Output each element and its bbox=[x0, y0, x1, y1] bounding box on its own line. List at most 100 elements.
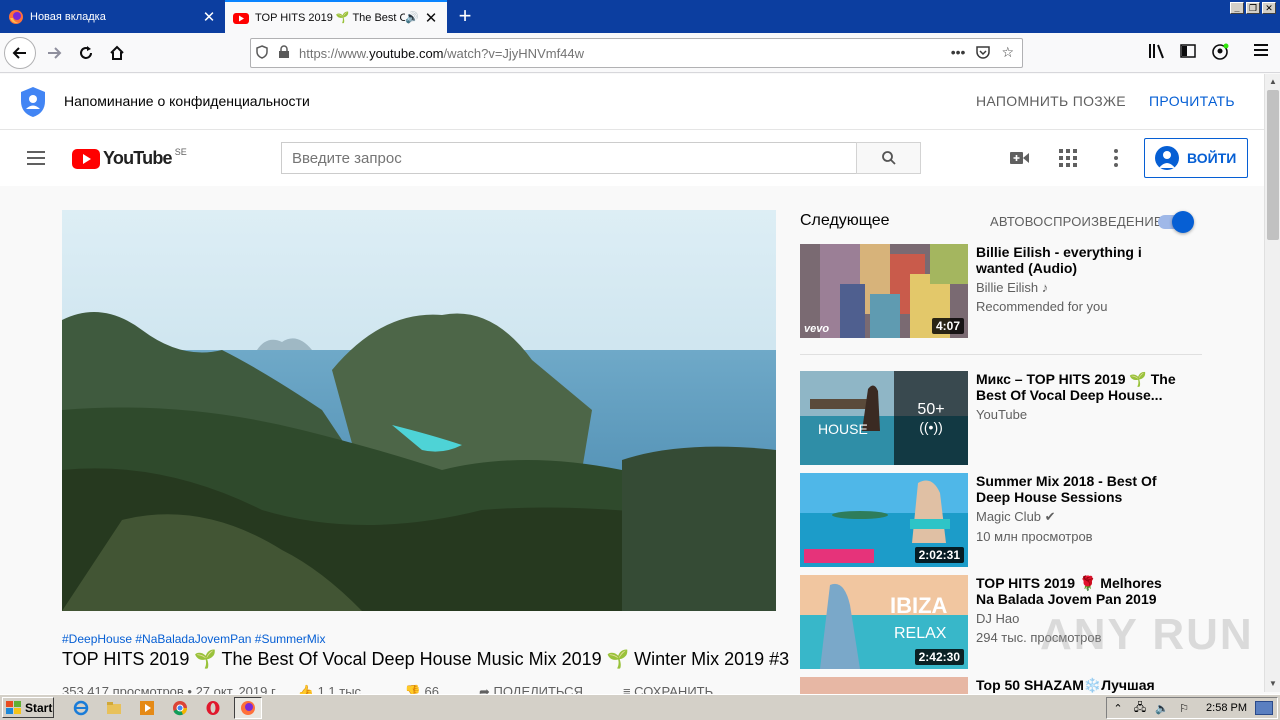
channel-name[interactable]: Magic Club ✔ bbox=[976, 509, 1176, 525]
explorer-icon[interactable] bbox=[105, 699, 123, 717]
region-code: SE bbox=[174, 146, 187, 157]
library-icon[interactable] bbox=[1146, 43, 1168, 65]
recommended-title[interactable]: Top 50 SHAZAM❄️Лучшая bbox=[976, 677, 1176, 693]
sidebar-icon[interactable] bbox=[1177, 43, 1199, 65]
close-tab-icon[interactable]: ✕ bbox=[423, 9, 439, 27]
video-thumbnail[interactable]: vevo 4:07 bbox=[800, 244, 968, 338]
sign-in-button[interactable]: ВОЙТИ bbox=[1144, 138, 1248, 178]
account-icon[interactable] bbox=[1209, 43, 1231, 65]
back-button[interactable] bbox=[4, 37, 36, 69]
video-hashtags[interactable]: #DeepHouse #NaBaladaJovemPan #SummerMix bbox=[62, 632, 325, 646]
video-thumbnail[interactable]: 2:02:31 bbox=[800, 473, 968, 567]
lock-icon[interactable] bbox=[273, 44, 295, 62]
media-player-icon[interactable] bbox=[138, 699, 156, 717]
pocket-icon[interactable] bbox=[975, 44, 991, 63]
youtube-favicon-icon bbox=[233, 12, 249, 24]
navigation-toolbar: https://www.youtube.com/watch?v=JjyHNVmf… bbox=[0, 33, 1280, 73]
duration-badge: 2:42:30 bbox=[914, 649, 964, 665]
up-next-heading: Следующее bbox=[800, 212, 890, 229]
page-scrollbar[interactable]: ▲ ▼ bbox=[1264, 74, 1280, 692]
reload-button[interactable] bbox=[70, 37, 102, 69]
hamburger-menu-icon[interactable] bbox=[1250, 43, 1272, 65]
recommended-title[interactable]: TOP HITS 2019 🌹 Melhores Na Balada Jovem… bbox=[976, 575, 1176, 607]
privacy-reminder-banner: Напоминание о конфиденциальности НАПОМНИ… bbox=[0, 74, 1264, 130]
network-icon[interactable]: 🖧 bbox=[1132, 699, 1148, 718]
browser-tab-strip: Новая вкладка ✕ TOP HITS 2019 🌱 The Best… bbox=[0, 0, 1280, 33]
channel-name[interactable]: Billie Eilish ♪ bbox=[976, 280, 1176, 295]
tab-label: TOP HITS 2019 🌱 The Best Of bbox=[255, 12, 406, 24]
search-icon bbox=[881, 151, 896, 165]
page-actions-menu[interactable]: ••• bbox=[951, 44, 966, 63]
recommended-video[interactable]: 2:02:31 Summer Mix 2018 - Best Of Deep H… bbox=[800, 473, 1202, 567]
mix-count: 50+ bbox=[917, 401, 945, 418]
firefox-icon bbox=[241, 701, 255, 715]
volume-icon[interactable]: 🔈 bbox=[1154, 702, 1170, 715]
video-thumbnail[interactable]: IBIZA RELAX 2:42:30 bbox=[800, 575, 968, 669]
bookmark-star-icon[interactable]: ☆ bbox=[1001, 44, 1014, 63]
opera-icon[interactable] bbox=[204, 699, 222, 717]
create-video-icon[interactable] bbox=[1008, 146, 1032, 170]
tab-new-tab[interactable]: Новая вкладка ✕ bbox=[0, 0, 225, 33]
youtube-masthead: YouTube SE ВОЙТИ bbox=[0, 130, 1264, 186]
watermark: ANY RUN bbox=[1040, 610, 1254, 659]
close-window-icon[interactable]: ✕ bbox=[1262, 2, 1276, 14]
taskbar: Start ⌃ 🖧 🔈 ⚐ 2:58 PM bbox=[0, 694, 1280, 720]
read-button[interactable]: ПРОЧИТАТЬ bbox=[1149, 93, 1235, 109]
video-thumbnail[interactable]: HOUSE 50+ ((•)) bbox=[800, 371, 968, 465]
autoplay-toggle[interactable] bbox=[1158, 211, 1194, 233]
guide-menu-icon[interactable] bbox=[24, 146, 48, 170]
start-button[interactable]: Start bbox=[2, 697, 54, 718]
autoplay-knob bbox=[1172, 211, 1194, 233]
duration-badge: 2:02:31 bbox=[914, 547, 964, 563]
home-icon bbox=[110, 45, 124, 60]
url-text[interactable]: https://www.youtube.com/watch?v=JjyHNVmf… bbox=[299, 46, 951, 61]
close-tab-icon[interactable]: ✕ bbox=[201, 8, 217, 26]
speaker-icon[interactable]: 🔊 bbox=[405, 11, 419, 24]
tray-expand-icon[interactable]: ⌃ bbox=[1110, 702, 1126, 715]
thumbnail-text: HOUSE bbox=[818, 421, 868, 437]
remind-later-button[interactable]: НАПОМНИТЬ ПОЗЖЕ bbox=[976, 93, 1126, 109]
notification-icon[interactable] bbox=[1255, 701, 1273, 715]
new-tab-button[interactable]: + bbox=[452, 4, 478, 30]
restore-icon[interactable]: ❐ bbox=[1246, 2, 1260, 14]
chrome-icon[interactable] bbox=[171, 699, 189, 717]
recommended-video[interactable]: vevo 4:07 Billie Eilish - everything i w… bbox=[800, 244, 1202, 338]
window-controls: _ ❐ ✕ bbox=[1230, 2, 1276, 14]
home-button[interactable] bbox=[101, 37, 133, 69]
tab-label: Новая вкладка bbox=[30, 10, 106, 23]
recommended-video[interactable]: Top 50 SHAZAM❄️Лучшая bbox=[800, 677, 1202, 694]
privacy-reminder-text: Напоминание о конфиденциальности bbox=[64, 93, 310, 109]
recommended-mix[interactable]: HOUSE 50+ ((•)) Микс – TOP HITS 2019 🌱 T… bbox=[800, 371, 1202, 465]
search-input[interactable] bbox=[282, 149, 856, 167]
sign-in-label: ВОЙТИ bbox=[1187, 150, 1237, 166]
vevo-badge: vevo bbox=[804, 323, 830, 335]
flag-icon[interactable]: ⚐ bbox=[1176, 702, 1192, 715]
privacy-shield-icon bbox=[21, 87, 45, 117]
duration-badge: 4:07 bbox=[931, 318, 964, 334]
video-player[interactable] bbox=[62, 210, 776, 611]
video-title: TOP HITS 2019 🌱 The Best Of Vocal Deep H… bbox=[62, 649, 790, 669]
logo-text: YouTube bbox=[103, 148, 173, 168]
minimize-icon[interactable]: _ bbox=[1230, 2, 1244, 14]
apps-grid-icon[interactable] bbox=[1056, 146, 1080, 170]
youtube-logo[interactable]: YouTube SE bbox=[72, 146, 187, 169]
video-thumbnail[interactable] bbox=[800, 677, 968, 694]
recommended-title[interactable]: Billie Eilish - everything i wanted (Aud… bbox=[976, 244, 1176, 276]
ie-icon[interactable] bbox=[72, 699, 90, 717]
recommended-title[interactable]: Микс – TOP HITS 2019 🌱 The Best Of Vocal… bbox=[976, 371, 1176, 403]
recommended-title[interactable]: Summer Mix 2018 - Best Of Deep House Ses… bbox=[976, 473, 1176, 505]
forward-button[interactable] bbox=[38, 37, 70, 69]
search-box bbox=[281, 142, 857, 174]
tab-youtube[interactable]: TOP HITS 2019 🌱 The Best Of 🔊 ✕ bbox=[225, 0, 447, 33]
clock[interactable]: 2:58 PM bbox=[1206, 702, 1247, 714]
firefox-taskbar-button[interactable] bbox=[234, 697, 262, 719]
url-bar[interactable]: https://www.youtube.com/watch?v=JjyHNVmf… bbox=[250, 38, 1023, 68]
shield-icon[interactable] bbox=[251, 44, 273, 62]
channel-name[interactable]: YouTube bbox=[976, 407, 1176, 422]
search-button[interactable] bbox=[856, 142, 921, 174]
scroll-down-icon[interactable]: ▼ bbox=[1265, 676, 1280, 692]
scroll-up-icon[interactable]: ▲ bbox=[1265, 74, 1280, 90]
start-label: Start bbox=[25, 700, 53, 715]
more-vertical-icon[interactable] bbox=[1104, 146, 1128, 170]
scroll-thumb[interactable] bbox=[1267, 90, 1279, 240]
